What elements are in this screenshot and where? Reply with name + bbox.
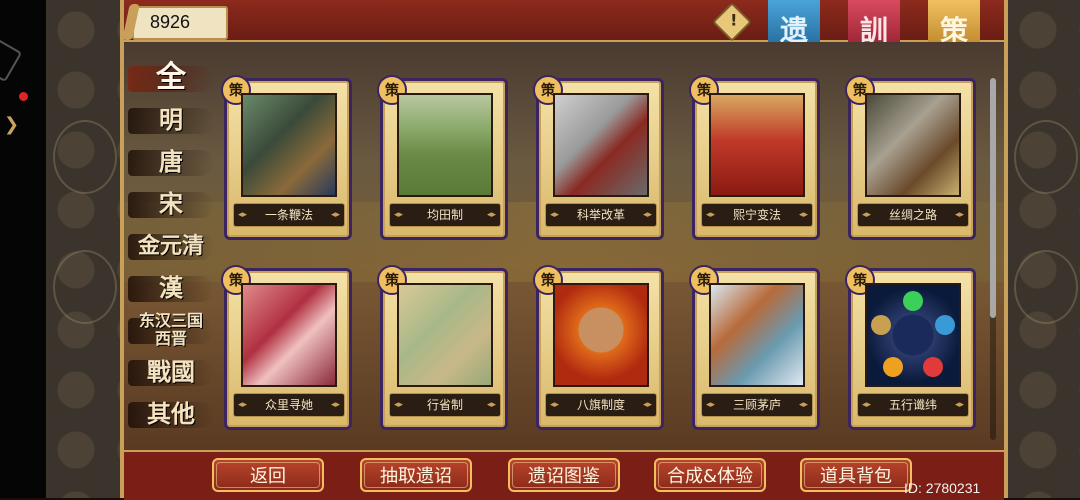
- scroll-icon: [122, 4, 140, 40]
- exclamation-diamond-icon[interactable]: !: [712, 2, 752, 42]
- card-artwork: [397, 283, 493, 387]
- dynasty-label: 漢: [159, 273, 183, 302]
- item-bag-button[interactable]: 道具背包: [800, 458, 912, 492]
- red-dot-icon: [19, 92, 28, 101]
- card-name: 科举改革: [545, 203, 657, 227]
- card-artwork: [241, 283, 337, 387]
- policy-card[interactable]: 策 均田制: [377, 75, 508, 240]
- card-name: 丝绸之路: [857, 203, 969, 227]
- card-artwork: [553, 93, 649, 197]
- policy-card[interactable]: 策 八旗制度: [533, 265, 664, 430]
- card-grid: 策 一条鞭法 策 均田制 策 科举改革 策 熙宁变法 策 丝绸之路 策 众: [221, 75, 984, 438]
- dragon-ornament-icon: [53, 120, 117, 194]
- dynasty-label: 宋: [159, 189, 183, 218]
- currency-display: 8926: [122, 4, 228, 40]
- hexagon-icon: [0, 35, 23, 83]
- card-name: 行省制: [389, 393, 501, 417]
- dragon-ornament-icon: [53, 250, 117, 324]
- dynasty-filter-han[interactable]: 漢: [128, 268, 214, 308]
- dynasty-filter-list: 全 明 唐 宋 金元清 漢 东汉三国 西晋 戰國 其他: [128, 58, 214, 436]
- dynasty-filter-ming[interactable]: 明: [128, 100, 214, 140]
- dynasty-filter-other[interactable]: 其他: [128, 394, 214, 434]
- right-decorative-panel: [1008, 0, 1080, 498]
- dragon-ornament-icon: [1014, 250, 1078, 324]
- policy-card[interactable]: 策 科举改革: [533, 75, 664, 240]
- card-name: 五行谶纬: [857, 393, 969, 417]
- top-bar: 8926 ! 遗 訓 策: [122, 0, 1004, 58]
- dragon-ornament-icon: [1014, 120, 1078, 194]
- arrow-icon: ❯: [4, 114, 20, 135]
- policy-card[interactable]: 策 五行谶纬: [845, 265, 976, 430]
- policy-card[interactable]: 策 熙宁变法: [689, 75, 820, 240]
- dynasty-label: 戰國: [147, 357, 195, 386]
- card-artwork: [241, 93, 337, 197]
- main-frame: 8926 ! 遗 訓 策 全 明 唐 宋 金元清 漢 东汉三国 西晋 戰國 其他…: [120, 0, 1008, 500]
- currency-amount: 8926: [150, 12, 191, 32]
- left-decorative-panel: [46, 0, 120, 498]
- synthesize-button[interactable]: 合成&体验: [654, 458, 766, 492]
- card-name: 八旗制度: [545, 393, 657, 417]
- card-name: 三顾茅庐: [701, 393, 813, 417]
- card-name: 一条鞭法: [233, 203, 345, 227]
- dynasty-filter-all[interactable]: 全: [128, 58, 214, 98]
- user-id: ID: 2780231: [904, 480, 981, 496]
- draw-edict-button[interactable]: 抽取遗诏: [360, 458, 472, 492]
- card-artwork: [709, 283, 805, 387]
- policy-card[interactable]: 策 行省制: [377, 265, 508, 430]
- scrollbar[interactable]: [990, 78, 996, 440]
- dynasty-filter-song[interactable]: 宋: [128, 184, 214, 224]
- bottom-action-bar: 返回 抽取遗诏 遗诏图鉴 合成&体验 道具背包: [124, 450, 1004, 500]
- dynasty-filter-three-kingdoms[interactable]: 东汉三国 西晋: [128, 310, 214, 350]
- policy-card[interactable]: 策 众里寻她: [221, 265, 352, 430]
- card-artwork: [397, 93, 493, 197]
- card-name: 均田制: [389, 203, 501, 227]
- dynasty-label: 明: [159, 105, 183, 134]
- card-artwork: [553, 283, 649, 387]
- card-name: 熙宁变法: [701, 203, 813, 227]
- card-name: 众里寻她: [233, 393, 345, 417]
- dynasty-label: 唐: [159, 147, 183, 176]
- back-button[interactable]: 返回: [212, 458, 324, 492]
- card-artwork: [865, 93, 961, 197]
- dynasty-label: 全: [156, 60, 186, 95]
- dynasty-filter-warring-states[interactable]: 戰國: [128, 352, 214, 392]
- left-system-strip: ❯: [0, 0, 46, 498]
- card-artwork: [709, 93, 805, 197]
- dynasty-filter-jin-yuan-qing[interactable]: 金元清: [128, 226, 214, 266]
- policy-card[interactable]: 策 丝绸之路: [845, 75, 976, 240]
- policy-card[interactable]: 策 三顾茅庐: [689, 265, 820, 430]
- scrollbar-thumb[interactable]: [990, 78, 996, 318]
- dynasty-label: 东汉三国 西晋: [138, 311, 203, 348]
- dynasty-filter-tang[interactable]: 唐: [128, 142, 214, 182]
- dynasty-label: 金元清: [137, 233, 204, 259]
- edict-catalog-button[interactable]: 遗诏图鉴: [508, 458, 620, 492]
- dynasty-label: 其他: [147, 399, 195, 428]
- card-artwork: [865, 283, 961, 387]
- policy-card[interactable]: 策 一条鞭法: [221, 75, 352, 240]
